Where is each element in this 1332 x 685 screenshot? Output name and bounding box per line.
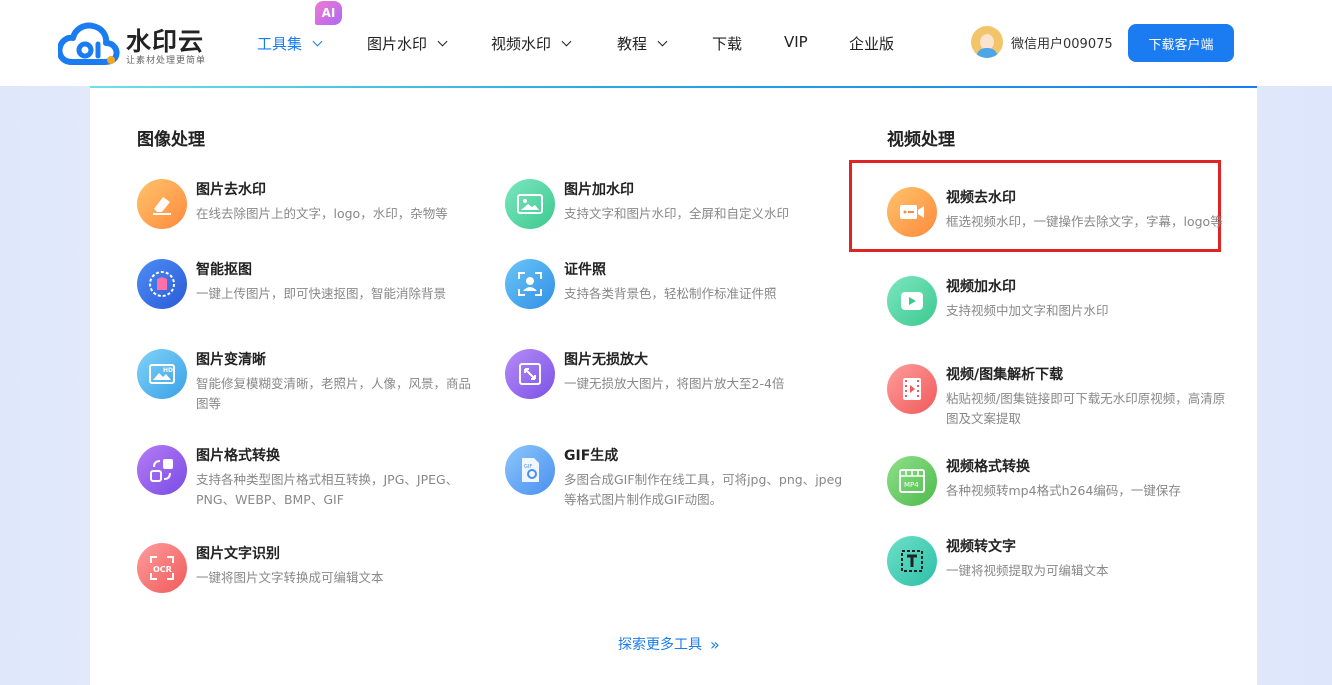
- tool-desc: 一键上传图片，即可快速抠图，智能消除背景: [196, 286, 447, 301]
- tool-video-remove-watermark[interactable]: 视频去水印 框选视频水印，一键操作去除文字，字幕，logo等: [887, 187, 1227, 247]
- tool-desc: 一键将视频提取为可编辑文本: [946, 563, 1109, 578]
- tool-desc: 粘贴视频/图集链接即可下载无水印原视频，高清原图及文案提取: [946, 391, 1226, 426]
- user-name: 微信用户009075: [1011, 36, 1113, 52]
- image-section-title: 图像处理: [137, 130, 205, 150]
- tool-image-format-convert[interactable]: 图片格式转换 支持各种类型图片格式相互转换，JPG、JPEG、PNG、WEBP、…: [137, 445, 477, 507]
- tools-dropdown-panel: 图像处理 视频处理 图片去水印 在线去除图片上的文字，logo，水印，杂物等 智…: [90, 86, 1257, 685]
- tool-video-parse-download[interactable]: 视频/图集解析下载 粘贴视频/图集链接即可下载无水印原视频，高清原图及文案提取: [887, 364, 1227, 426]
- chevron-down-icon: [312, 36, 323, 47]
- tool-name: 图片无损放大: [564, 352, 648, 368]
- tool-name: 证件照: [564, 262, 606, 278]
- tool-video-format-convert[interactable]: MP4 视频格式转换 各种视频转mp4格式h264编码，一键保存: [887, 456, 1227, 506]
- avatar-body: [976, 48, 998, 58]
- nav-item-enterprise[interactable]: 企业版: [849, 33, 894, 54]
- convert-icon: [137, 445, 187, 495]
- explore-more-link[interactable]: 探索更多工具 ››: [618, 634, 720, 654]
- tool-name: 图片加水印: [564, 182, 634, 198]
- panel-accent-line: [90, 86, 1257, 88]
- eraser-icon: [137, 179, 187, 229]
- tool-name: 视频加水印: [946, 279, 1016, 295]
- nav-item-vip[interactable]: VIP: [784, 33, 808, 51]
- nav-item-tutorial[interactable]: 教程: [617, 33, 668, 54]
- gif-icon: GIF: [505, 445, 555, 495]
- tool-desc: 一键将图片文字转换成可编辑文本: [196, 570, 384, 585]
- enlarge-icon: [505, 349, 555, 399]
- svg-text:MP4: MP4: [904, 481, 919, 489]
- video-section-title: 视频处理: [887, 130, 955, 150]
- video-play-icon: [887, 276, 937, 326]
- chevron-down-icon: [437, 36, 448, 47]
- cloud-logo-icon: [58, 22, 120, 65]
- tool-image-add-watermark[interactable]: 图片加水印 支持文字和图片水印，全屏和自定义水印: [505, 179, 845, 229]
- tool-desc: 支持文字和图片水印，全屏和自定义水印: [564, 206, 790, 221]
- tool-name: 图片变清晰: [196, 352, 266, 368]
- tool-desc: 框选视频水印，一键操作去除文字，字幕，logo等: [946, 214, 1223, 229]
- brand-slogan: 让素材处理更简单: [126, 56, 207, 66]
- id-photo-icon: [505, 259, 555, 309]
- brand-logo[interactable]: 水印云 让素材处理更简单: [58, 20, 218, 68]
- nav-item-image-watermark[interactable]: 图片水印: [367, 33, 448, 54]
- nav-item-label: 教程: [617, 35, 648, 53]
- tool-id-photo[interactable]: 证件照 支持各类背景色，轻松制作标准证件照: [505, 259, 845, 309]
- nav-item-label: 视频水印: [491, 35, 552, 53]
- tool-gif-maker[interactable]: GIF GIF生成 多图合成GIF制作在线工具，可将jpg、png、jpeg等格…: [505, 445, 845, 507]
- tool-image-enlarge[interactable]: 图片无损放大 一键无损放大图片，将图片放大至2-4倍: [505, 349, 845, 399]
- svg-text:HD: HD: [163, 367, 173, 374]
- chevron-down-icon: [657, 36, 668, 47]
- nav-item-video-watermark[interactable]: 视频水印: [491, 33, 572, 54]
- tool-name: GIF生成: [564, 448, 619, 464]
- nav-item-tools[interactable]: 工具集: [257, 33, 323, 54]
- text-icon: [887, 536, 937, 586]
- svg-text:OCR: OCR: [153, 565, 172, 574]
- tool-desc: 一键无损放大图片，将图片放大至2-4倍: [564, 376, 785, 391]
- tool-image-ocr[interactable]: OCR 图片文字识别 一键将图片文字转换成可编辑文本: [137, 543, 477, 593]
- user-account[interactable]: 微信用户009075: [971, 26, 1113, 58]
- tool-desc: 支持各种类型图片格式相互转换，JPG、JPEG、PNG、WEBP、BMP、GIF: [196, 472, 459, 507]
- tool-name: 图片去水印: [196, 182, 266, 198]
- tool-smart-cutout[interactable]: 智能抠图 一键上传图片，即可快速抠图，智能消除背景: [137, 259, 477, 309]
- tool-name: 视频/图集解析下载: [946, 367, 1064, 383]
- tool-video-add-watermark[interactable]: 视频加水印 支持视频中加文字和图片水印: [887, 276, 1227, 326]
- explore-more-label: 探索更多工具: [618, 637, 702, 653]
- avatar: [971, 26, 1003, 58]
- tool-name: 图片格式转换: [196, 448, 280, 464]
- ai-badge: AI: [315, 1, 342, 25]
- chevron-down-icon: [561, 36, 572, 47]
- tool-desc: 智能修复模糊变清晰，老照片，人像，风景，商品图等: [196, 376, 472, 411]
- tool-name: 视频去水印: [946, 190, 1016, 206]
- tool-name: 图片文字识别: [196, 546, 280, 562]
- tool-name: 智能抠图: [196, 262, 252, 278]
- cutout-icon: [137, 259, 187, 309]
- ocr-icon: OCR: [137, 543, 187, 593]
- hd-image-icon: HD: [137, 349, 187, 399]
- nav-item-label: 图片水印: [367, 35, 428, 53]
- double-chevron-right-icon: ››: [710, 634, 720, 654]
- nav-item-label: 工具集: [257, 35, 303, 53]
- download-client-button[interactable]: 下载客户端: [1128, 24, 1234, 62]
- tool-desc: 支持各类背景色，轻松制作标准证件照: [564, 286, 777, 301]
- nav-item-label: VIP: [784, 33, 808, 51]
- tool-image-enhance[interactable]: HD 图片变清晰 智能修复模糊变清晰，老照片，人像，风景，商品图等: [137, 349, 477, 411]
- image-add-icon: [505, 179, 555, 229]
- nav-item-download[interactable]: 下载: [712, 33, 742, 54]
- tool-video-to-text[interactable]: 视频转文字 一键将视频提取为可编辑文本: [887, 536, 1227, 586]
- video-camera-icon: [887, 187, 937, 237]
- tool-name: 视频格式转换: [946, 459, 1030, 475]
- tool-name: 视频转文字: [946, 539, 1016, 555]
- tool-desc: 在线去除图片上的文字，logo，水印，杂物等: [196, 206, 448, 221]
- nav-item-label: 下载: [712, 35, 743, 53]
- tool-desc: 支持视频中加文字和图片水印: [946, 303, 1109, 318]
- mp4-icon: MP4: [887, 456, 937, 506]
- tool-desc: 多图合成GIF制作在线工具，可将jpg、png、jpeg等格式图片制作成GIF动…: [564, 472, 843, 507]
- film-icon: [887, 364, 937, 414]
- tool-desc: 各种视频转mp4格式h264编码，一键保存: [946, 483, 1181, 498]
- top-header: 水印云 让素材处理更简单 AI 工具集 图片水印 视频水印 教程 下载 VIP …: [0, 0, 1332, 86]
- nav-item-label: 企业版: [849, 35, 895, 53]
- tool-image-remove-watermark[interactable]: 图片去水印 在线去除图片上的文字，logo，水印，杂物等: [137, 179, 477, 229]
